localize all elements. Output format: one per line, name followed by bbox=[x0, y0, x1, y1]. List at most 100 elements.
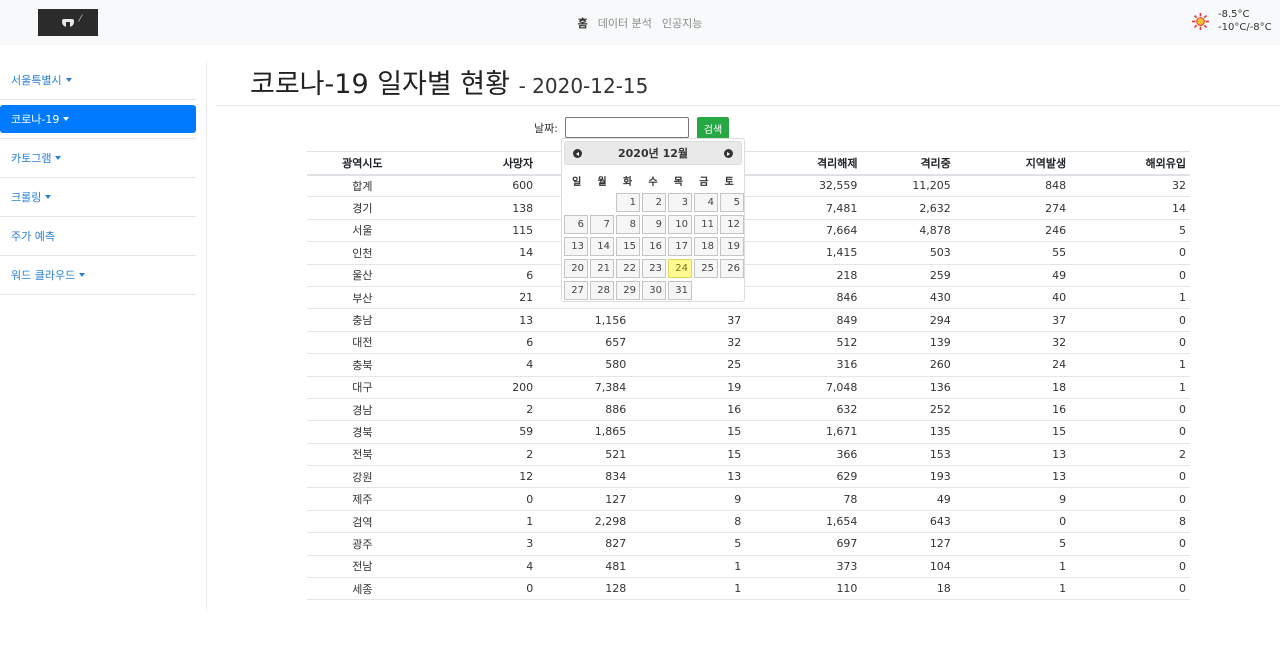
table-body: 합계 600 32,559 11,205 848 32 경기 138 7,481 2,632 274… bbox=[307, 174, 1190, 601]
value-cell: 834 bbox=[537, 465, 631, 489]
value-cell: 32 bbox=[954, 331, 1071, 355]
day-cell[interactable]: 28 bbox=[590, 281, 614, 300]
value-cell: 2,632 bbox=[861, 196, 955, 220]
value-cell: 127 bbox=[537, 487, 631, 511]
value-cell: 14 bbox=[1070, 196, 1190, 220]
value-cell: 2 bbox=[421, 398, 538, 422]
value-cell: 0 bbox=[1070, 532, 1190, 556]
day-cell[interactable]: 8 bbox=[616, 215, 640, 234]
day-cell[interactable]: 11 bbox=[694, 215, 718, 234]
value-cell: 16 bbox=[954, 398, 1071, 422]
day-cell[interactable]: 17 bbox=[668, 237, 692, 256]
value-cell: 128 bbox=[537, 577, 631, 601]
day-cell[interactable]: 19 bbox=[720, 237, 744, 256]
day-cell[interactable]: 15 bbox=[616, 237, 640, 256]
value-cell: 848 bbox=[954, 174, 1071, 198]
day-cell[interactable]: 5 bbox=[720, 193, 744, 212]
region-cell: 합계 bbox=[307, 174, 422, 198]
value-cell: 9 bbox=[954, 487, 1071, 511]
value-cell: 259 bbox=[861, 264, 955, 287]
nav-home[interactable]: 홈 bbox=[578, 15, 588, 31]
sidebar-item-stock-prediction[interactable]: 주가 예측 bbox=[0, 217, 196, 256]
day-cell[interactable]: 1 bbox=[616, 193, 640, 212]
value-cell: 1,415 bbox=[745, 241, 862, 265]
datepicker-weekdays: 일월화수목금토 bbox=[564, 170, 742, 190]
sidebar-active-row: 코로나-19 bbox=[0, 100, 196, 139]
day-cell[interactable]: 4 bbox=[694, 193, 718, 212]
table-row: 대전 6 657 32 512 139 32 0 bbox=[307, 331, 1190, 355]
day-cell[interactable]: 20 bbox=[564, 259, 588, 278]
date-input[interactable] bbox=[565, 117, 689, 138]
next-month-icon[interactable] bbox=[724, 149, 733, 158]
value-cell: 0 bbox=[1070, 398, 1190, 422]
day-cell[interactable]: 7 bbox=[590, 215, 614, 234]
sidebar-item-word-cloud[interactable]: 워드 클라우드 bbox=[0, 256, 196, 295]
day-cell[interactable]: 23 bbox=[642, 259, 666, 278]
sidebar-item-label: 카토그램 bbox=[11, 152, 52, 165]
table-row: 강원 12 834 13 629 193 13 0 bbox=[307, 465, 1190, 489]
region-cell: 서울 bbox=[307, 219, 422, 243]
value-cell: 629 bbox=[745, 465, 862, 489]
weekday-label: 금 bbox=[699, 176, 709, 188]
weather-text: -8.5°C -10°C/-8°C bbox=[1218, 8, 1272, 34]
sidebar-item-seoul[interactable]: 서울특별시 bbox=[0, 61, 196, 100]
value-cell: 135 bbox=[861, 420, 955, 444]
day-cell[interactable]: 27 bbox=[564, 281, 588, 300]
day-cell[interactable]: 22 bbox=[616, 259, 640, 278]
sidebar-item-cartogram[interactable]: 카토그램 bbox=[0, 139, 196, 178]
sidebar-item-covid19[interactable]: 코로나-19 bbox=[0, 105, 196, 133]
value-cell: 55 bbox=[954, 241, 1071, 265]
value-cell: 49 bbox=[861, 487, 955, 511]
datepicker-days: 1 2 3 4 5 6 7 8 9 10 11 12 13 14 15 16 17 18 19 20 21 22 23 24 2… bbox=[564, 193, 744, 300]
value-cell: 13 bbox=[954, 443, 1071, 467]
value-cell: 246 bbox=[954, 219, 1071, 243]
value-cell: 25 bbox=[630, 353, 746, 377]
value-cell: 886 bbox=[537, 398, 631, 422]
value-cell: 5 bbox=[954, 532, 1071, 556]
region-cell: 광주 bbox=[307, 532, 422, 556]
day-cell[interactable]: 30 bbox=[642, 281, 666, 300]
region-cell: 울산 bbox=[307, 264, 422, 287]
table-row: 인천 14 1,415 503 55 0 bbox=[307, 241, 1190, 265]
value-cell: 9 bbox=[630, 487, 746, 511]
day-cell[interactable]: 29 bbox=[616, 281, 640, 300]
day-cell[interactable]: 18 bbox=[694, 237, 718, 256]
value-cell: 4 bbox=[421, 555, 538, 579]
value-cell: 1 bbox=[954, 555, 1071, 579]
day-cell[interactable]: 14 bbox=[590, 237, 614, 256]
weekday-label: 토 bbox=[724, 176, 734, 188]
region-cell: 제주 bbox=[307, 487, 422, 511]
nav-data-analysis[interactable]: 데이터 분석 bbox=[598, 15, 652, 31]
day-cell[interactable]: 26 bbox=[720, 259, 744, 278]
day-cell[interactable]: 12 bbox=[720, 215, 744, 234]
main-nav: 홈 데이터 분석 인공지능 bbox=[0, 15, 1280, 31]
value-cell: 3 bbox=[421, 532, 538, 556]
search-button[interactable]: 검색 bbox=[697, 117, 729, 139]
day-cell[interactable]: 31 bbox=[668, 281, 692, 300]
value-cell: 7,664 bbox=[745, 219, 862, 243]
value-cell: 632 bbox=[745, 398, 862, 422]
day-cell[interactable]: 13 bbox=[564, 237, 588, 256]
day-cell[interactable]: 3 bbox=[668, 193, 692, 212]
region-cell: 대구 bbox=[307, 376, 422, 399]
weekday-label: 일 bbox=[572, 176, 582, 188]
table-row: 경기 138 7,481 2,632 274 14 bbox=[307, 196, 1190, 220]
day-cell-today[interactable]: 24 bbox=[668, 259, 692, 278]
value-cell: 294 bbox=[861, 308, 955, 332]
day-cell[interactable]: 9 bbox=[642, 215, 666, 234]
day-cell[interactable]: 2 bbox=[642, 193, 666, 212]
region-cell: 대전 bbox=[307, 331, 422, 355]
value-cell: 643 bbox=[861, 510, 955, 534]
day-cell[interactable]: 16 bbox=[642, 237, 666, 256]
nav-ai[interactable]: 인공지능 bbox=[662, 15, 702, 31]
sidebar-item-crawling[interactable]: 크롤링 bbox=[0, 178, 196, 217]
value-cell: 8 bbox=[630, 510, 746, 534]
value-cell: 600 bbox=[421, 174, 538, 198]
day-cell[interactable]: 25 bbox=[694, 259, 718, 278]
day-cell[interactable]: 21 bbox=[590, 259, 614, 278]
sidebar-divider bbox=[206, 61, 207, 611]
day-cell[interactable]: 6 bbox=[564, 215, 588, 234]
day-cell[interactable]: 10 bbox=[668, 215, 692, 234]
table-row: 경남 2 886 16 632 252 16 0 bbox=[307, 398, 1190, 422]
prev-month-icon[interactable] bbox=[573, 149, 582, 158]
